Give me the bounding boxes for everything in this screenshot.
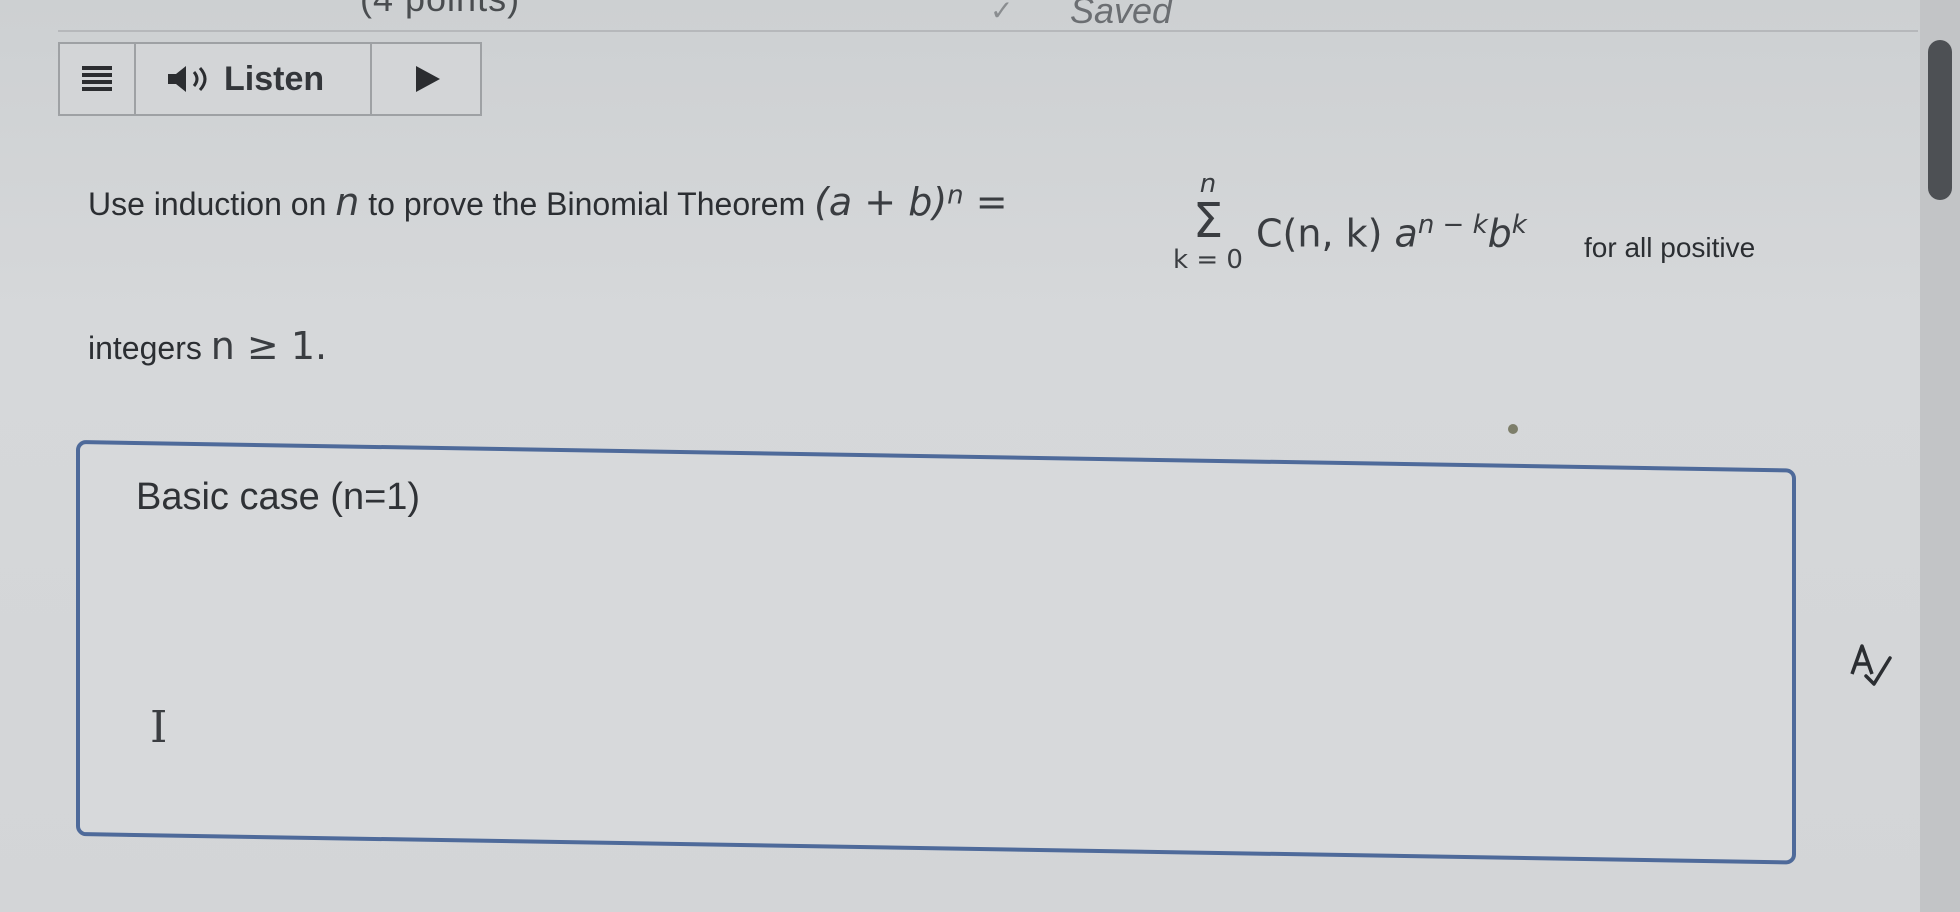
summation-lower-limit: k = 0 (1173, 245, 1243, 275)
page-scrollbar[interactable] (1920, 0, 1960, 912)
summation: n Σ k = 0 (1170, 170, 1246, 288)
check-icon: ✓ (990, 0, 1014, 26)
condition-n-ge-1: n ≥ 1. (210, 324, 328, 368)
exponent-b: k (1511, 210, 1527, 240)
prompt-text-mid: to prove the Binomial Theorem (359, 186, 815, 222)
prompt-text-integers: integers (88, 330, 211, 366)
page: (4 points) ✓ Saved Listen Use induction … (0, 0, 1960, 912)
question-line-2: integers n ≥ 1. (88, 324, 327, 368)
variable-n: n (335, 180, 360, 224)
screen-speck (1508, 424, 1518, 434)
listen-toolbar: Listen (58, 42, 482, 116)
binomial-term: C(n, k) an − kbk (1256, 210, 1527, 256)
binomial-coefficient: C(n, k) (1256, 211, 1395, 256)
header-divider (58, 30, 1918, 32)
question-heading: (4 points) (360, 0, 520, 20)
term-a: a (1394, 211, 1418, 256)
menu-button[interactable] (60, 44, 136, 114)
menu-icon (82, 66, 112, 92)
play-icon (416, 66, 440, 92)
term-b: b (1487, 211, 1512, 256)
exponent-a: n − k (1417, 210, 1488, 240)
binomial-lhs: (a + b) (814, 180, 948, 224)
scrollbar-thumb[interactable] (1928, 40, 1952, 200)
saved-status: Saved (1070, 0, 1173, 31)
listen-button[interactable]: Listen (136, 44, 372, 114)
speaker-icon (168, 66, 207, 92)
question-line-1: Use induction on n to prove the Binomial… (88, 180, 1008, 224)
answer-content: Basic case (n=1) (136, 476, 421, 518)
listen-label: Listen (224, 59, 325, 98)
play-button[interactable] (372, 44, 480, 114)
prompt-text-prefix: Use induction on (88, 186, 336, 222)
text-cursor-icon: I (150, 702, 168, 753)
spellcheck-icon[interactable] (1846, 640, 1896, 690)
binomial-lhs-exponent: n (947, 180, 964, 211)
sigma-symbol: Σ (1192, 193, 1224, 249)
prompt-text-tail: for all positive (1584, 232, 1756, 263)
equals-sign: = (963, 180, 1008, 224)
